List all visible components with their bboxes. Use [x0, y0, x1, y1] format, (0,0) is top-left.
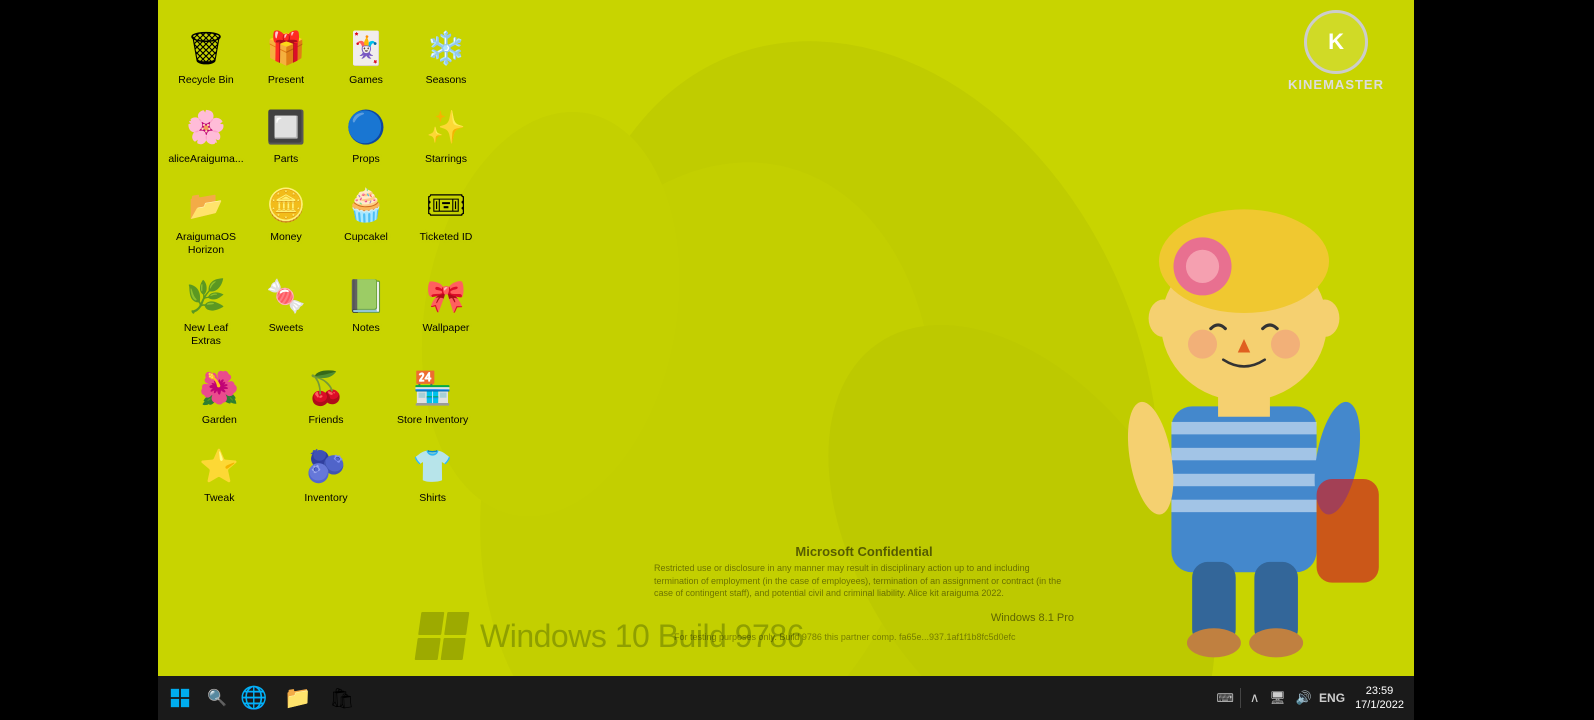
taskbar-pinned-apps: 🌐 📁 🛍	[232, 676, 364, 720]
icon-present[interactable]: 🎁 Present	[246, 24, 326, 87]
icons-area: 🗑 Recycle Bin 🎁 Present 🃏 Games ❄️ Seaso…	[158, 0, 494, 521]
icon-props[interactable]: 🔵 Props	[326, 103, 406, 166]
kinemaster-badge: K KINEMASTER	[1288, 10, 1384, 92]
character-svg	[1084, 116, 1404, 676]
character-area	[1084, 116, 1404, 676]
kinemaster-circle: K	[1304, 10, 1368, 74]
icon-araiguma-horizon[interactable]: 📂 AraigumaOS Horizon	[166, 181, 246, 256]
tray-keyboard-icon[interactable]: ⌨	[1217, 691, 1234, 705]
icon-recycle-bin[interactable]: 🗑 Recycle Bin	[166, 24, 246, 87]
icon-tweak[interactable]: ⭐ Tweak	[179, 442, 259, 505]
black-bar-left	[0, 0, 158, 720]
taskbar-ie[interactable]: 🌐	[232, 676, 276, 720]
tray-clock[interactable]: 23:59 17/1/2022	[1349, 684, 1410, 713]
kinemaster-name: KINEMASTER	[1288, 77, 1384, 92]
icon-notes[interactable]: 📗 Notes	[326, 272, 406, 347]
tray-language[interactable]: ENG	[1319, 691, 1345, 705]
tray-sound-icon[interactable]: 🔊	[1293, 690, 1315, 706]
taskbar-search[interactable]: 🔍	[202, 676, 232, 720]
icon-cupcakel[interactable]: 🧁 Cupcakel	[326, 181, 406, 256]
build-hash-text: For testing purposes only. Build 9786 th…	[674, 632, 1074, 642]
tray-divider	[1240, 688, 1241, 708]
windows-logo	[418, 612, 466, 660]
icon-games[interactable]: 🃏 Games	[326, 24, 406, 87]
icon-ticketed-id[interactable]: 🎟 Ticketed ID	[406, 181, 486, 256]
icon-starrings[interactable]: ✨ Starrings	[406, 103, 486, 166]
desktop: 🗑 Recycle Bin 🎁 Present 🃏 Games ❄️ Seaso…	[158, 0, 1414, 720]
win81-text: Windows 8.1 Pro	[991, 612, 1074, 624]
confidential-body: Restricted use or disclosure in any mann…	[654, 562, 1074, 600]
tray-chevron[interactable]: ∧	[1247, 690, 1263, 706]
confidential-block: Microsoft Confidential Restricted use or…	[654, 544, 1074, 600]
icon-garden[interactable]: 🌺 Garden	[179, 364, 259, 427]
taskbar-store[interactable]: 🛍	[320, 676, 364, 720]
icon-seasons[interactable]: ❄️ Seasons	[406, 24, 486, 87]
taskbar: 🔍 🌐 📁 🛍 ⌨ ∧ 🖥 🔊 ENG 23:59 17/1/2022	[158, 676, 1414, 720]
tray-network-icon[interactable]: 🖥	[1266, 690, 1289, 706]
taskbar-explorer[interactable]: 📁	[276, 676, 320, 720]
icon-money[interactable]: 🪙 Money	[246, 181, 326, 256]
start-button[interactable]	[158, 676, 202, 720]
icon-sweets[interactable]: 🍬 Sweets	[246, 272, 326, 347]
icon-parts[interactable]: 🔲 Parts	[246, 103, 326, 166]
black-bar-right	[1414, 0, 1594, 720]
icon-alice-araiguma[interactable]: 🌸 aliceAraiguma...	[166, 103, 246, 166]
icon-shirts[interactable]: 👕 Shirts	[393, 442, 473, 505]
icon-friends[interactable]: 🍒 Friends	[286, 364, 366, 427]
taskbar-tray: ⌨ ∧ 🖥 🔊 ENG 23:59 17/1/2022	[1217, 676, 1415, 720]
icon-store-inventory[interactable]: 🏪 Store Inventory	[393, 364, 473, 427]
icon-new-leaf-extras[interactable]: 🌿 New LeafExtras	[166, 272, 246, 347]
icon-wallpaper[interactable]: 🎀 Wallpaper	[406, 272, 486, 347]
icon-inventory[interactable]: 🫐 Inventory	[286, 442, 366, 505]
confidential-title: Microsoft Confidential	[654, 544, 1074, 559]
